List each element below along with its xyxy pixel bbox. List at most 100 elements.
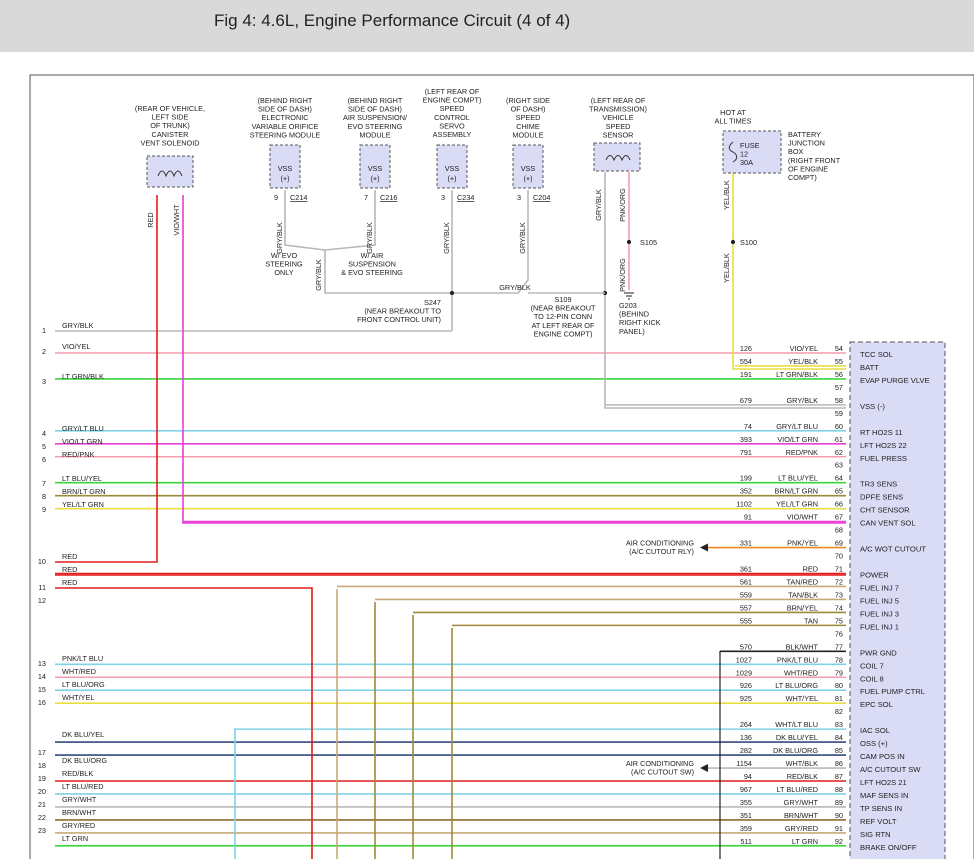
s100-label: S100 [740,238,757,247]
left-row-number: 5 [42,442,46,451]
left-row-wire-label: LT GRN [62,834,88,843]
pcm-pin-function: A/C WOT CUTOUT [860,545,926,554]
chime-vss-sign: (+) [523,174,532,183]
servo-vss-text: VSS [445,164,460,173]
pcm-pin-function: COIL 8 [860,674,884,683]
pcm-pin-function: PWR GND [860,648,897,657]
pcm-pin-number: 57 [835,383,843,392]
circuit-number: 1102 [736,500,752,509]
chime-connector: C204 [533,193,550,202]
evo-connector: C214 [290,193,307,202]
air-wire-label: GRY/BLK [365,222,374,254]
evo-caption-line: STEERING MODULE [250,130,321,139]
circuit-number: 282 [740,746,752,755]
wire-color-label: LT BLU/RED [777,785,819,794]
circuit-number: 679 [740,396,752,405]
pcm-pin-function: DPFE SENS [860,493,903,502]
wire-color-label: PNK/LT BLU [777,655,818,664]
wire-color-label: YEL/BLK [788,357,818,366]
pcm-pin-number: 76 [835,629,843,638]
wire-color-label: TAN/RED [787,577,819,586]
pcm-pin-number: 75 [835,616,843,625]
pcm-pin-number: 69 [835,539,843,548]
wire-color-label: GRY/BLK [787,396,819,405]
wire-color-label: VIO/WHT [787,513,819,522]
circuit-number: 559 [740,590,752,599]
pcm-pin-number: 71 [835,564,843,573]
pcm-pin-number: 58 [835,396,843,405]
wire-color-label: GRY/RED [785,824,818,833]
pcm-pin-function: BRAKE ON/OFF [860,843,917,852]
circuit-number: 925 [740,694,752,703]
vss-pnk-label-2: PNK/ORG [618,258,627,292]
left-row-number: 12 [38,596,46,605]
pcm-pin-function: FUEL INJ 7 [860,583,899,592]
wire-color-label: GRY/LT BLU [776,422,818,431]
wire-color-label: LT GRN/BLK [776,370,818,379]
wire-color-label: LT BLU/YEL [778,474,818,483]
left-row-wire-label: LT BLU/YEL [62,474,102,483]
labels-layer: 126 VIO/YEL 54TCC SOL554 YEL/BLK 55BATT191 LT… [38,87,930,852]
ac-rly-note-line: (A/C CUTOUT RLY) [629,547,694,556]
yel-blk-bot: YEL/BLK [722,253,731,283]
pcm-pin-function: FUEL INJ 1 [860,622,899,631]
ac-sw-note-line: (A/C CUTOUT SW) [631,768,694,777]
circuit-number: 1154 [736,759,752,768]
wire-color-label: RED [803,564,818,573]
pcm-pin-number: 83 [835,720,843,729]
circuit-number: 191 [740,370,752,379]
left-row-wire-label: RED [62,552,77,561]
left-row-wire-label: RED/PNK [62,450,95,459]
pcm-pin-function: TCC SOL [860,350,893,359]
pcm-pin-function: FUEL INJ 5 [860,596,899,605]
air-pin: 7 [364,193,368,202]
pcm-pin-number: 74 [835,603,843,612]
pcm-pin-number: 84 [835,733,843,742]
evo-vss-sign: (+) [280,174,289,183]
pcm-pin-number: 78 [835,655,843,664]
pcm-pin-function: BATT [860,363,879,372]
wire-color-label: BLK/WHT [786,642,819,651]
wire-color-label: DK BLU/ORG [773,746,818,755]
pcm-pin-function: VSS (-) [860,402,885,411]
canister-red-label: RED [146,212,155,227]
circuit-number: 199 [740,474,752,483]
circuit-number: 361 [740,564,752,573]
air-susp-note-line: & EVO STEERING [341,268,403,277]
pcm-pin-number: 89 [835,798,843,807]
pcm-pin-function: EPC SOL [860,700,893,709]
servo-wire-label: GRY/BLK [442,222,451,254]
gry-blk-label: GRY/BLK [499,283,531,292]
left-row-wire-label: LT GRN/BLK [62,372,104,381]
pcm-pin-number: 91 [835,824,843,833]
wire-color-label: RED/BLK [787,772,818,781]
wire-row-12-red [55,587,313,859]
evo-vss-text: VSS [278,164,293,173]
wire-color-label: WHT/YEL [786,694,818,703]
left-row-wire-label: WHT/RED [62,667,96,676]
circuit-number: 1027 [736,655,752,664]
left-row-wire-label: DK BLU/ORG [62,756,107,765]
pcm-pin-number: 72 [835,577,843,586]
circuit-number: 331 [740,539,752,548]
left-row-wire-label: GRY/BLK [62,321,94,330]
pcm-pin-number: 79 [835,668,843,677]
left-row-number: 22 [38,813,46,822]
left-row-wire-label: GRY/LT BLU [62,424,104,433]
left-row-wire-label: RED/BLK [62,769,93,778]
pcm-pin-function: RT HO2S 11 [860,428,903,437]
circuit-number: 557 [740,603,752,612]
pcm-pin-number: 82 [835,707,843,716]
left-row-wire-label: VIO/YEL [62,342,90,351]
circuit-number: 91 [744,513,752,522]
servo-connector: C234 [457,193,474,202]
left-row-number: 18 [38,761,46,770]
vss-gry-label: GRY/BLK [594,189,603,221]
circuit-number: 393 [740,435,752,444]
left-row-number: 14 [38,672,46,681]
wire-color-label: TAN/BLK [788,590,818,599]
pcm-pin-number: 56 [835,370,843,379]
left-row-number: 3 [42,377,46,386]
left-row-number: 9 [42,505,46,514]
left-row-wire-label: LT BLU/ORG [62,680,105,689]
